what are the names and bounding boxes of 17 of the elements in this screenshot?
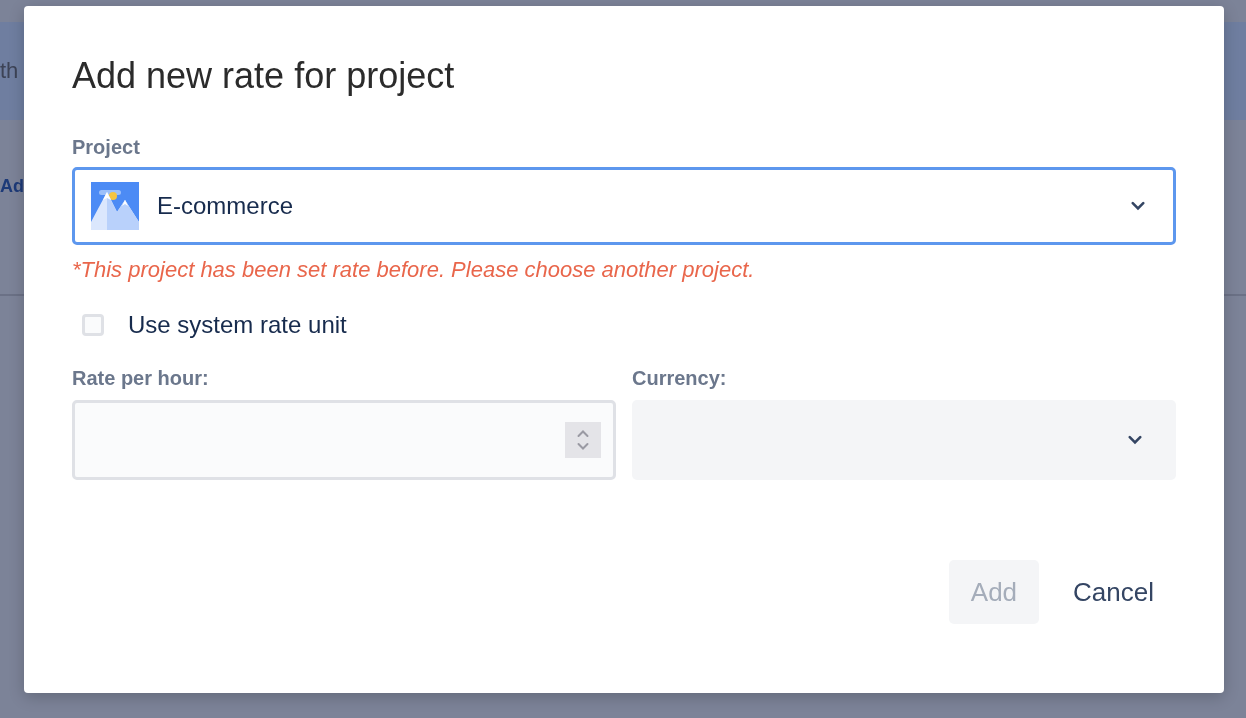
chevron-down-icon — [1128, 435, 1142, 445]
field-label: Rate per hour: — [72, 367, 210, 390]
error-message: *This project has been set rate before. Please choose another project. — [72, 257, 756, 283]
field-label: Project — [72, 136, 141, 159]
checkbox[interactable] — [82, 314, 104, 336]
currency-select[interactable] — [632, 400, 1176, 480]
dialog-button[interactable]: Cancel — [1051, 560, 1176, 624]
spinner-icon[interactable] — [565, 422, 601, 458]
field-label: Currency: — [632, 367, 728, 390]
mountain-icon — [91, 182, 139, 230]
rate-input-field[interactable] — [72, 400, 616, 480]
project-select[interactable]: E-commerce — [72, 167, 1176, 245]
page-header-text: th — [0, 58, 19, 84]
dialog-title: Add new rate for project — [72, 54, 456, 98]
project-value: E-commerce — [157, 192, 295, 220]
chevron-down-icon — [1131, 201, 1145, 211]
checkbox-label: Use system rate unit — [128, 311, 347, 339]
